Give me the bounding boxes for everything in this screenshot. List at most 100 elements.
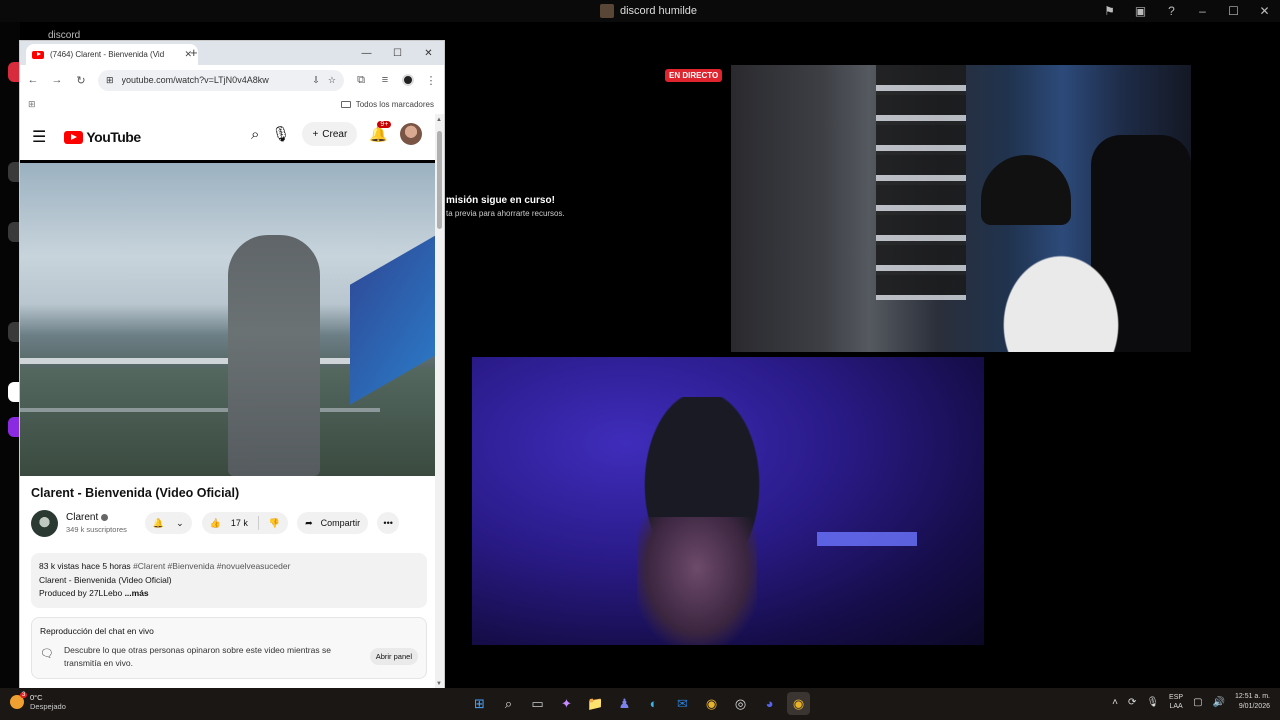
- task-view-icon[interactable]: ▭: [526, 692, 549, 715]
- sync-icon[interactable]: ⟳: [1128, 697, 1136, 708]
- menu-icon[interactable]: ⋮: [424, 74, 438, 87]
- stream-video-1[interactable]: [731, 65, 1191, 352]
- youtube-logo[interactable]: YouTube: [64, 129, 141, 145]
- chevron-down-icon: ⌄: [176, 517, 184, 528]
- search-icon[interactable]: ⌕: [497, 692, 520, 715]
- discord-window-title: discord humilde: [600, 4, 697, 18]
- notice-title: misión sigue en curso!: [446, 195, 555, 206]
- maximize-button[interactable]: ☐: [382, 41, 413, 65]
- minimize-button[interactable]: —: [351, 41, 382, 65]
- close-button[interactable]: ✕: [413, 41, 444, 65]
- video-railing: [20, 358, 380, 364]
- channel-name[interactable]: Clarent: [66, 512, 127, 523]
- maximize-button[interactable]: ☐: [1218, 0, 1249, 22]
- tab-search-icon[interactable]: ⧉: [354, 74, 368, 87]
- bookmark-star-icon[interactable]: ☆: [328, 75, 336, 86]
- microphone-icon[interactable]: 🎙: [1146, 697, 1159, 708]
- teams-icon[interactable]: ♟: [613, 692, 636, 715]
- clock[interactable]: 12:51 a. m. 9/01/2026: [1235, 692, 1270, 712]
- like-count: 17 k: [230, 518, 248, 528]
- site-info-icon[interactable]: ⊞: [106, 75, 114, 86]
- tab-strip: (7464) Clarent - Bienvenida (Vid ✕ + — ☐…: [20, 41, 444, 65]
- flag-icon[interactable]: ⚑: [1094, 0, 1125, 22]
- new-tab-button[interactable]: +: [190, 45, 198, 60]
- description-box[interactable]: 83 k vistas hace 5 horas #Clarent #Bienv…: [31, 553, 427, 608]
- scrollbar-thumb[interactable]: [437, 131, 442, 229]
- view-count: 83 k vistas: [39, 561, 80, 571]
- copilot-icon[interactable]: ✦: [555, 692, 578, 715]
- youtube-favicon-icon: [32, 50, 44, 59]
- forward-icon[interactable]: →: [50, 74, 64, 86]
- channel-row: Clarent 349 k suscriptores 🔔 ⌄ 👍 17 k 👎: [31, 507, 427, 539]
- subscription-bell-button[interactable]: 🔔 ⌄: [144, 512, 192, 534]
- create-label: Crear: [322, 128, 348, 140]
- network-icon[interactable]: ▢: [1193, 697, 1202, 708]
- chat-replay-row: 🗨 Descubre lo que otras personas opinaro…: [40, 644, 418, 670]
- chat-icon: 🗨: [40, 647, 54, 660]
- microphone-icon[interactable]: 🎙: [271, 125, 290, 143]
- description-line: Clarent - Bienvenida (Video Oficial): [39, 574, 172, 585]
- video-hooded-figure: [228, 235, 320, 476]
- volume-icon[interactable]: 🔊: [1213, 697, 1225, 708]
- channel-name-text[interactable]: Clarent: [66, 512, 98, 523]
- search-icon[interactable]: ⌕: [251, 126, 259, 143]
- address-bar[interactable]: ⊞ youtube.com/watch?v=LTjN0v4A8kw ⇩ ☆: [98, 69, 344, 91]
- language-indicator[interactable]: ESP LAA: [1169, 693, 1183, 711]
- profile-avatar[interactable]: [402, 74, 414, 86]
- video-title: Clarent - Bienvenida (Video Oficial): [31, 486, 240, 500]
- help-icon[interactable]: ?: [1156, 0, 1187, 22]
- scroll-down-icon[interactable]: ▼: [436, 681, 442, 687]
- video-player[interactable]: [20, 163, 436, 476]
- page-scrollbar[interactable]: ▲ ▼: [435, 114, 444, 689]
- weather-widget[interactable]: 3 0°C Despejado: [10, 692, 66, 711]
- stream-video-2[interactable]: [472, 357, 984, 645]
- youtube-play-icon: [64, 130, 84, 144]
- share-button[interactable]: ➦ Compartir: [297, 512, 369, 534]
- system-tray: ˄ ⟳ 🎙 ESP LAA ▢ 🔊 12:51 a. m. 9/01/2026: [1112, 692, 1270, 712]
- create-button[interactable]: + Crear: [302, 122, 358, 146]
- scroll-up-icon[interactable]: ▲: [436, 117, 442, 123]
- start-icon[interactable]: ⊞: [468, 692, 491, 715]
- minimize-button[interactable]: –: [1187, 0, 1218, 22]
- github-icon[interactable]: ◎: [729, 692, 752, 715]
- discord-window-controls: ⚑ ▣ ? – ☐ ✕: [1094, 0, 1280, 22]
- screen-share-icon[interactable]: ▣: [1125, 0, 1156, 22]
- edge-icon[interactable]: ◐: [642, 692, 665, 715]
- chrome-icon[interactable]: ◉: [700, 692, 723, 715]
- close-button[interactable]: ✕: [1249, 0, 1280, 22]
- discord-icon[interactable]: ◕: [758, 692, 781, 715]
- reload-icon[interactable]: ↻: [74, 74, 88, 87]
- dislike-button[interactable]: 👎: [269, 518, 280, 529]
- outlook-icon[interactable]: ✉: [671, 692, 694, 715]
- hashtags[interactable]: #Clarent #Bienvenida #novuelveasuceder: [133, 561, 290, 571]
- chevron-up-icon[interactable]: ˄: [1112, 697, 1118, 708]
- chrome-active-icon[interactable]: ◉: [787, 692, 810, 715]
- media-controls-icon[interactable]: ≡: [378, 74, 392, 86]
- open-panel-button[interactable]: Abrir panel: [369, 647, 418, 665]
- channel-avatar[interactable]: [31, 509, 58, 537]
- bell-icon: 🔔: [152, 517, 165, 528]
- back-icon[interactable]: ←: [26, 74, 40, 86]
- more-actions-button[interactable]: •••: [377, 512, 400, 534]
- hamburger-menu-icon[interactable]: ☰: [32, 127, 46, 147]
- server-icon: [600, 4, 614, 18]
- notifications-bell-icon[interactable]: 🔔 9+: [369, 121, 392, 143]
- file-explorer-icon[interactable]: 📁: [584, 692, 607, 715]
- notice-subtitle: ta previa para ahorrarte recursos.: [446, 209, 565, 218]
- apps-grid-icon[interactable]: ⊞: [28, 99, 36, 110]
- subscriber-count: 349 k suscriptores: [66, 525, 127, 534]
- tab-title: (7464) Clarent - Bienvenida (Vid: [50, 50, 165, 59]
- install-icon[interactable]: ⇩: [312, 75, 320, 86]
- stream-notice: misión sigue en curso! ta previa para ah…: [446, 195, 565, 218]
- like-button[interactable]: 👍: [210, 518, 221, 529]
- notification-count-badge: 9+: [377, 121, 392, 128]
- taskbar-apps: ⊞ ⌕ ▭ ✦ 📁 ♟ ◐ ✉ ◉ ◎ ◕ ◉: [468, 692, 810, 715]
- browser-tab[interactable]: (7464) Clarent - Bienvenida (Vid ✕: [26, 44, 198, 65]
- url-text[interactable]: youtube.com/watch?v=LTjN0v4A8kw: [122, 75, 305, 85]
- bookmarks-bar: ⊞ Todos los marcadores: [20, 95, 444, 113]
- all-bookmarks[interactable]: Todos los marcadores: [340, 100, 434, 109]
- like-divider: [257, 516, 259, 530]
- user-avatar[interactable]: [400, 123, 422, 145]
- show-more-link[interactable]: ...más: [125, 588, 149, 598]
- discord-title-text: discord humilde: [620, 5, 698, 17]
